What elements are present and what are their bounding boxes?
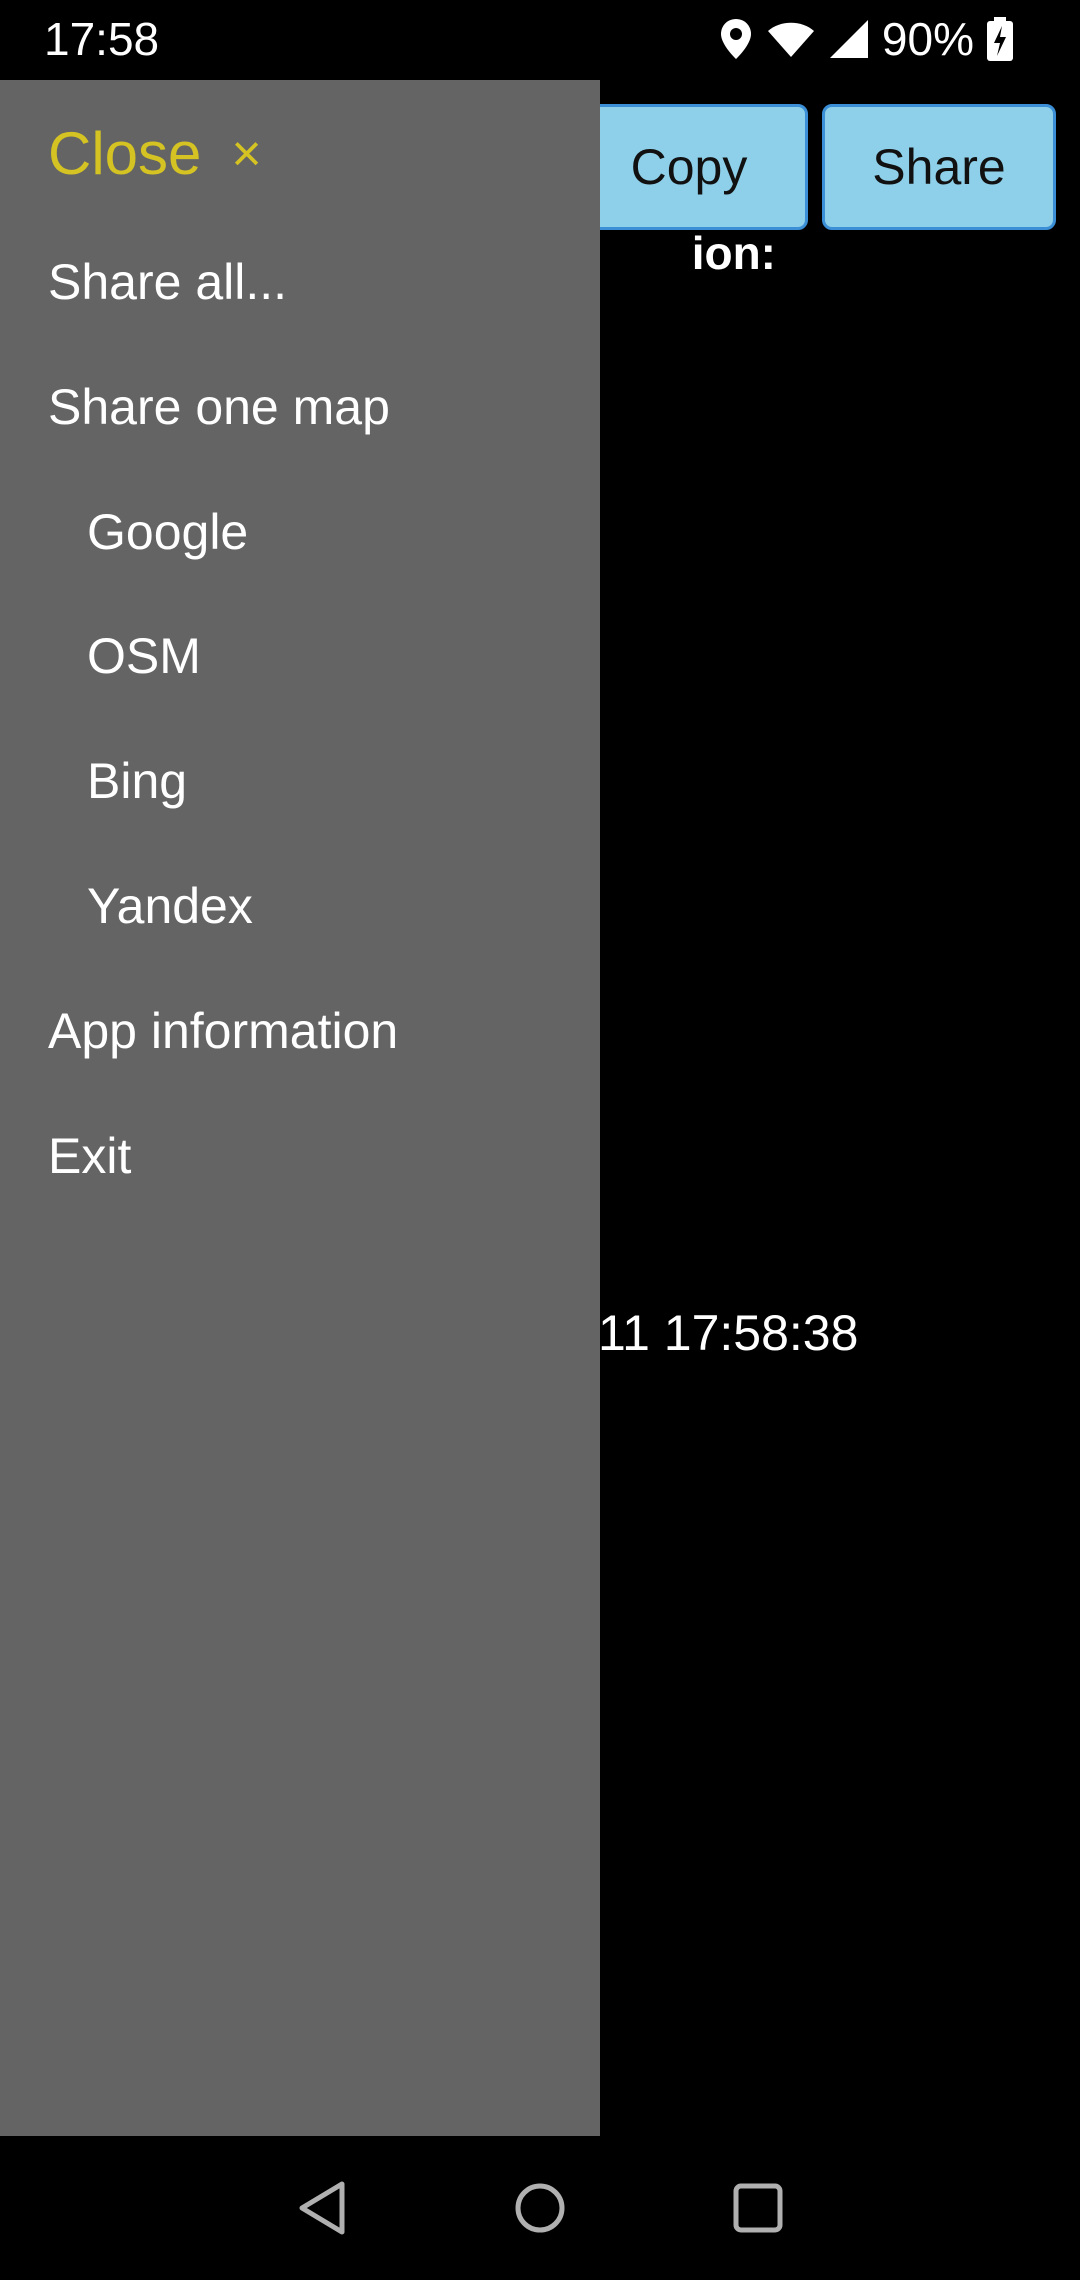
timestamp-text: 11 17:58:38: [598, 1305, 859, 1361]
status-icons: 90%: [718, 10, 1014, 68]
location-label-clip: ion:: [596, 226, 776, 286]
navigation-drawer: Close × Share all... Share one map Googl…: [0, 80, 600, 2136]
back-icon: [299, 2181, 345, 2235]
menu-item-app-information[interactable]: App information: [48, 1001, 398, 1061]
location-label: ion:: [691, 227, 776, 279]
location-icon: [718, 17, 754, 61]
drawer-close-button[interactable]: Close ×: [48, 112, 262, 196]
status-time: 17:58: [44, 13, 160, 65]
menu-item-share-one-map[interactable]: Share one map: [48, 377, 390, 437]
home-icon: [515, 2183, 565, 2233]
screen: 17:58 90% Copy Share ion: 11 17:58:38 Cl…: [0, 0, 1080, 2280]
status-bar: 17:58 90%: [0, 0, 1080, 78]
copy-button[interactable]: Copy: [570, 104, 808, 230]
home-button[interactable]: [508, 2176, 572, 2240]
menu-item-osm[interactable]: OSM: [87, 626, 201, 686]
menu-item-exit[interactable]: Exit: [48, 1126, 131, 1186]
cell-signal-icon: [828, 18, 870, 60]
recents-button[interactable]: [726, 2176, 790, 2240]
timestamp-clip: 11 17:58:38: [598, 1304, 898, 1374]
menu-item-share-all[interactable]: Share all...: [48, 252, 287, 312]
system-nav-bar: [0, 2136, 1080, 2280]
menu-item-google[interactable]: Google: [87, 502, 248, 562]
close-label: Close: [48, 120, 202, 187]
back-button[interactable]: [292, 2176, 356, 2240]
recents-icon: [733, 2183, 783, 2233]
battery-charging-icon: [986, 16, 1014, 62]
menu-item-yandex[interactable]: Yandex: [87, 876, 253, 936]
close-icon: ×: [231, 125, 262, 183]
wifi-icon: [766, 19, 816, 59]
menu-item-bing[interactable]: Bing: [87, 751, 187, 811]
share-button[interactable]: Share: [822, 104, 1056, 230]
battery-percent: 90%: [881, 13, 974, 65]
